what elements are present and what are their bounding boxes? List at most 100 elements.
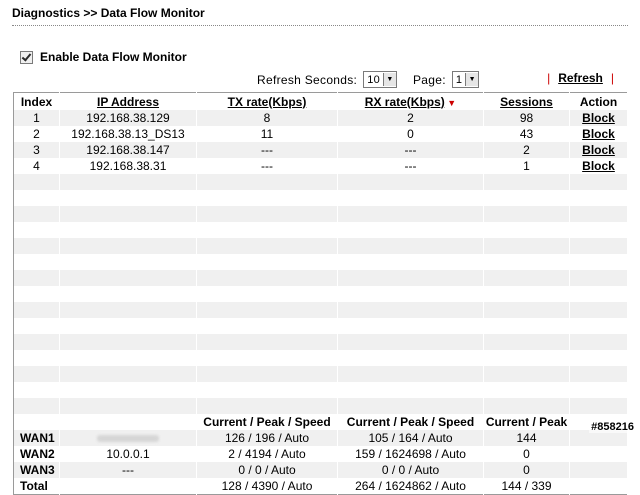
- block-link[interactable]: Block: [582, 143, 615, 157]
- wan-sessions: 144 / 339: [483, 478, 570, 495]
- empty-row: [13, 398, 628, 414]
- wan-ip: ---: [59, 462, 197, 478]
- table-row: 4 192.168.38.31 --- --- 1 Block: [13, 158, 628, 174]
- empty-row: [13, 270, 628, 286]
- page-label: Page:: [413, 72, 446, 87]
- empty-row: [13, 174, 628, 190]
- wan-row: WAN1 126 / 196 / Auto 105 / 164 / Auto 1…: [13, 430, 628, 446]
- cell-sessions: 98: [483, 110, 570, 126]
- redacted-ip: [97, 435, 159, 443]
- empty-row: [13, 350, 628, 366]
- cell-ip: 192.168.38.13_DS13: [59, 126, 197, 142]
- page-select[interactable]: 1 ▼: [451, 71, 480, 88]
- cell-ip: 192.168.38.31: [59, 158, 197, 174]
- col-sessions[interactable]: Sessions: [483, 92, 570, 110]
- refresh-link[interactable]: Refresh: [558, 71, 603, 85]
- wan-name: WAN3: [13, 462, 60, 478]
- cell-index: 2: [13, 126, 60, 142]
- watermark: #858216: [589, 421, 636, 433]
- cell-rx: ---: [337, 142, 484, 158]
- empty-row: [13, 366, 628, 382]
- wan-tx: 2 / 4194 / Auto: [196, 446, 338, 462]
- col-index: Index: [13, 92, 60, 110]
- enable-monitor-checkbox[interactable]: [20, 50, 33, 64]
- cell-index: 1: [13, 110, 60, 126]
- refresh-seconds-select[interactable]: 10 ▼: [363, 71, 398, 88]
- separator: |: [547, 71, 551, 85]
- wan-ip: [59, 430, 197, 446]
- empty-row: [13, 334, 628, 350]
- cell-rx: 0: [337, 126, 484, 142]
- wan-name: WAN1: [13, 430, 60, 446]
- table-header-row: Index IP Address TX rate(Kbps) RX rate(K…: [13, 92, 628, 110]
- block-link[interactable]: Block: [582, 127, 615, 141]
- empty-row: [13, 254, 628, 270]
- sort-desc-icon: ▼: [444, 97, 457, 108]
- refresh-seconds-control: Refresh Seconds: 10 ▼: [257, 71, 398, 88]
- triangle-down-icon: ▼: [465, 73, 479, 86]
- empty-row: [13, 382, 628, 398]
- cell-tx: ---: [196, 142, 338, 158]
- wan-rx-header: Current / Peak / Speed: [346, 415, 475, 429]
- col-rx-rate[interactable]: RX rate(Kbps): [365, 95, 445, 109]
- table-row: 2 192.168.38.13_DS13 11 0 43 Block: [13, 126, 628, 142]
- empty-row: [13, 238, 628, 254]
- wan-row: WAN3 --- 0 / 0 / Auto 0 / 0 / Auto 0: [13, 462, 628, 478]
- col-tx-rate[interactable]: TX rate(Kbps): [196, 92, 338, 110]
- cell-tx: ---: [196, 158, 338, 174]
- empty-row: [13, 206, 628, 222]
- separator: |: [610, 71, 614, 85]
- wan-rx: 105 / 164 / Auto: [337, 430, 484, 446]
- wan-name: Total: [13, 478, 60, 495]
- wan-sessions: 144: [483, 430, 570, 446]
- enable-monitor-label: Enable Data Flow Monitor: [40, 50, 187, 64]
- block-link[interactable]: Block: [582, 111, 615, 125]
- cell-rx: ---: [337, 158, 484, 174]
- wan-sessions: 0: [483, 446, 570, 462]
- wan-rx: 264 / 1624862 / Auto: [337, 478, 484, 495]
- cell-sessions: 43: [483, 126, 570, 142]
- wan-tx: 126 / 196 / Auto: [196, 430, 338, 446]
- refresh-seconds-label: Refresh Seconds:: [257, 72, 358, 87]
- cell-index: 4: [13, 158, 60, 174]
- cell-ip: 192.168.38.129: [59, 110, 197, 126]
- col-ip-address[interactable]: IP Address: [59, 92, 197, 110]
- empty-row: [13, 302, 628, 318]
- cell-ip: 192.168.38.147: [59, 142, 197, 158]
- wan-tx: 128 / 4390 / Auto: [196, 478, 338, 495]
- page-control: Page: 1 ▼: [413, 71, 480, 88]
- cell-sessions: 1: [483, 158, 570, 174]
- col-rx-rate-cell[interactable]: RX rate(Kbps) ▼: [337, 92, 484, 110]
- table-row: 1 192.168.38.129 8 2 98 Block: [13, 110, 628, 126]
- cell-tx: 11: [196, 126, 338, 142]
- cell-sessions: 2: [483, 142, 570, 158]
- wan-header-row: Current / Peak / Speed Current / Peak / …: [13, 414, 628, 430]
- wan-rx: 159 / 1624698 / Auto: [337, 446, 484, 462]
- wan-total-row: Total 128 / 4390 / Auto 264 / 1624862 / …: [13, 478, 628, 495]
- wan-tx-header: Current / Peak / Speed: [203, 415, 331, 429]
- wan-tx: 0 / 0 / Auto: [196, 462, 338, 478]
- col-action: Action: [569, 92, 628, 110]
- cell-rx: 2: [337, 110, 484, 126]
- wan-sessions-header: Current / Peak: [485, 415, 568, 429]
- cell-index: 3: [13, 142, 60, 158]
- triangle-down-icon: ▼: [383, 73, 397, 86]
- page-value: 1: [455, 73, 463, 86]
- wan-ip: [59, 478, 197, 495]
- empty-row: [13, 286, 628, 302]
- empty-row: [13, 190, 628, 206]
- block-link[interactable]: Block: [582, 159, 615, 173]
- wan-name: WAN2: [13, 446, 60, 462]
- empty-row: [13, 318, 628, 334]
- refresh-seconds-value: 10: [367, 73, 381, 86]
- refresh-area: | Refresh |: [539, 71, 622, 85]
- enable-monitor-row: Enable Data Flow Monitor: [20, 50, 187, 64]
- wan-ip: 10.0.0.1: [59, 446, 197, 462]
- wan-rx: 0 / 0 / Auto: [337, 462, 484, 478]
- page-title: Diagnostics >> Data Flow Monitor: [12, 6, 205, 20]
- table-row: 3 192.168.38.147 --- --- 2 Block: [13, 142, 628, 158]
- wan-row: WAN2 10.0.0.1 2 / 4194 / Auto 159 / 1624…: [13, 446, 628, 462]
- cell-tx: 8: [196, 110, 338, 126]
- wan-sessions: 0: [483, 462, 570, 478]
- title-divider: [12, 25, 628, 26]
